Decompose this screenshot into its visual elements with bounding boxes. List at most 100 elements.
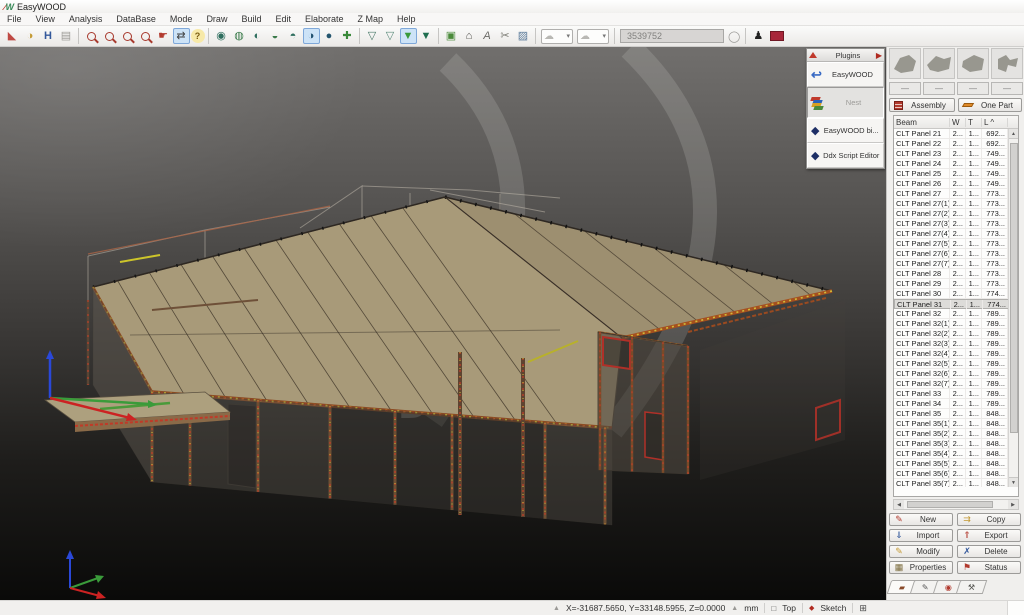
table-row[interactable]: CLT Panel 35(6)2...1...848... [894, 469, 1018, 479]
view-bottom-icon[interactable]: ● [321, 28, 338, 44]
menu-item-file[interactable]: File [0, 14, 29, 24]
column-header-beam[interactable]: Beam [894, 118, 950, 127]
ring-icon[interactable]: ◯ [728, 30, 740, 43]
view-iso-2-icon[interactable]: ◍ [231, 28, 248, 44]
menu-item-draw[interactable]: Draw [199, 14, 234, 24]
section-icon[interactable]: ▨ [515, 28, 532, 44]
part-slot-4[interactable]: — [991, 82, 1023, 95]
view-compass-icon[interactable]: ✚ [339, 28, 356, 44]
table-row[interactable]: CLT Panel 332...1...789... [894, 389, 1018, 399]
part-thumbnail-1[interactable] [889, 48, 921, 79]
properties-button[interactable]: ▦Properties [889, 561, 953, 574]
print-icon[interactable]: ▤ [58, 28, 75, 44]
table-row[interactable]: CLT Panel 32(3)2...1...789... [894, 339, 1018, 349]
table-row[interactable]: CLT Panel 272...1...773... [894, 189, 1018, 199]
table-row[interactable]: CLT Panel 32(1)2...1...789... [894, 319, 1018, 329]
table-row[interactable]: CLT Panel 35(4)2...1...848... [894, 449, 1018, 459]
table-row[interactable]: CLT Panel 292...1...773... [894, 279, 1018, 289]
text-tool-icon[interactable]: A [479, 28, 496, 44]
session-flag-icon[interactable] [770, 31, 784, 41]
table-row[interactable]: CLT Panel 35(7)2...1...848... [894, 479, 1018, 487]
table-row[interactable]: CLT Panel 262...1...749... [894, 179, 1018, 189]
one-part-button[interactable]: One Part [958, 98, 1022, 112]
delete-button[interactable]: ✗Delete [957, 545, 1021, 558]
table-horizontal-scrollbar[interactable]: ◀ ▶ [893, 499, 1019, 510]
style-preset-combo[interactable]: ☁▾ [577, 29, 609, 44]
view-preset-combo[interactable]: ☁▾ [541, 29, 573, 44]
scroll-up-icon[interactable]: ▲ [1009, 129, 1018, 139]
zoom-extents-icon[interactable] [83, 28, 100, 44]
table-row[interactable]: CLT Panel 242...1...749... [894, 159, 1018, 169]
table-row[interactable]: CLT Panel 27(7)2...1...773... [894, 259, 1018, 269]
shade-textured-icon[interactable]: ▼ [418, 28, 435, 44]
menu-item-edit[interactable]: Edit [268, 14, 298, 24]
open-icon[interactable]: ◑ [22, 28, 39, 44]
column-header-t[interactable]: T [966, 118, 982, 127]
scroll-left-icon[interactable]: ◀ [894, 500, 904, 509]
menu-item-analysis[interactable]: Analysis [62, 14, 110, 24]
part-slot-2[interactable]: — [923, 82, 955, 95]
viewport-3d[interactable]: D D X [0, 47, 886, 600]
view-top-icon[interactable]: ◑ [303, 28, 320, 44]
plugins-palette-header[interactable]: Plugins ▶ [807, 49, 884, 62]
table-row[interactable]: CLT Panel 302...1...774... [894, 289, 1018, 299]
table-row[interactable]: CLT Panel 35(1)2...1...848... [894, 419, 1018, 429]
column-header-w[interactable]: W [950, 118, 966, 127]
table-row[interactable]: CLT Panel 282...1...773... [894, 269, 1018, 279]
table-row[interactable]: CLT Panel 322...1...789... [894, 309, 1018, 319]
units-value[interactable]: mm [744, 603, 758, 613]
table-row[interactable]: CLT Panel 35(3)2...1...848... [894, 439, 1018, 449]
view-iso-1-icon[interactable]: ◉ [213, 28, 230, 44]
table-row[interactable]: CLT Panel 252...1...749... [894, 169, 1018, 179]
table-row[interactable]: CLT Panel 342...1...789... [894, 399, 1018, 409]
part-slot-1[interactable]: — [889, 82, 921, 95]
view-name[interactable]: Top [782, 603, 796, 613]
scrollbar-thumb[interactable] [1010, 143, 1018, 433]
menu-item-database[interactable]: DataBase [109, 14, 163, 24]
zoom-previous-icon[interactable] [119, 28, 136, 44]
help-lamp-icon[interactable]: ? [191, 29, 205, 43]
view-back-icon[interactable]: ◒ [267, 28, 284, 44]
scroll-down-icon[interactable]: ▼ [1009, 477, 1018, 487]
plugin-button-ddx-script-editor[interactable]: ◆Ddx Script Editor [807, 143, 884, 168]
table-row[interactable]: CLT Panel 35(5)2...1...848... [894, 459, 1018, 469]
table-row[interactable]: CLT Panel 27(6)2...1...773... [894, 249, 1018, 259]
menu-item-mode[interactable]: Mode [163, 14, 200, 24]
table-row[interactable]: CLT Panel 32(5)2...1...789... [894, 359, 1018, 369]
part-slot-3[interactable]: — [957, 82, 989, 95]
table-row[interactable]: CLT Panel 232...1...749... [894, 149, 1018, 159]
table-row[interactable]: CLT Panel 222...1...692... [894, 139, 1018, 149]
zoom-window-icon[interactable] [101, 28, 118, 44]
table-row[interactable]: CLT Panel 27(4)2...1...773... [894, 229, 1018, 239]
table-vertical-scrollbar[interactable]: ▲ ▼ [1008, 129, 1018, 487]
table-row[interactable]: CLT Panel 27(2)2...1...773... [894, 209, 1018, 219]
table-row[interactable]: CLT Panel 32(6)2...1...789... [894, 369, 1018, 379]
plugin-button-easywood[interactable]: ↩EasyWOOD [807, 62, 884, 87]
scissors-icon[interactable]: ✂ [497, 28, 514, 44]
new-button[interactable]: ✎New [889, 513, 953, 526]
import-button[interactable]: ⇓Import [889, 529, 953, 542]
view-front-icon[interactable]: ◐ [249, 28, 266, 44]
table-row[interactable]: CLT Panel 27(3)2...1...773... [894, 219, 1018, 229]
pan-hand-icon[interactable]: ☛ [155, 28, 172, 44]
table-row[interactable]: CLT Panel 312...1...774... [894, 299, 1018, 309]
menu-item-build[interactable]: Build [234, 14, 268, 24]
table-row[interactable]: CLT Panel 212...1...692... [894, 129, 1018, 139]
table-row[interactable]: CLT Panel 27(1)2...1...773... [894, 199, 1018, 209]
column-header-l[interactable]: L ^ [982, 118, 1008, 127]
sketch-toggle-icon[interactable]: ⇄ [173, 28, 190, 44]
house-icon[interactable]: ⌂ [461, 28, 478, 44]
copy-button[interactable]: ⇉Copy [957, 513, 1021, 526]
job-number-field[interactable]: 3539752 [620, 29, 724, 43]
tools-tab[interactable]: ⚒ [956, 580, 988, 594]
table-row[interactable]: CLT Panel 27(5)2...1...773... [894, 239, 1018, 249]
shade-hidden-icon[interactable]: ▽ [382, 28, 399, 44]
scroll-right-icon[interactable]: ▶ [1008, 500, 1018, 509]
user-icon[interactable]: ♟ [750, 28, 767, 44]
menu-item-z-map[interactable]: Z Map [351, 14, 391, 24]
part-thumbnail-4[interactable] [991, 48, 1023, 79]
modify-button[interactable]: ✎Modify [889, 545, 953, 558]
part-thumbnail-3[interactable] [957, 48, 989, 79]
window-grid-icon[interactable]: ⊞ [859, 603, 867, 614]
table-row[interactable]: CLT Panel 32(2)2...1...789... [894, 329, 1018, 339]
